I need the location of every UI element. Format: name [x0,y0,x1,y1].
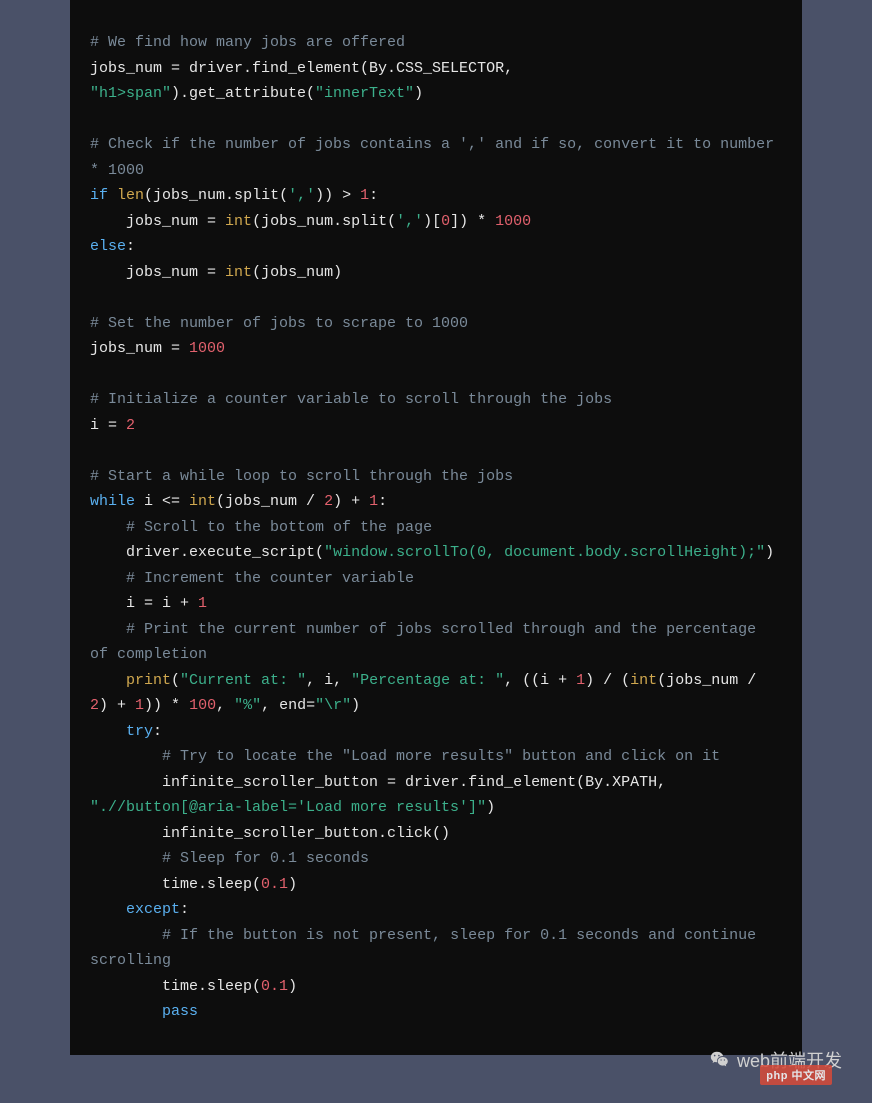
code-block[interactable]: # We find how many jobs are offeredjobs_… [70,0,802,1055]
code-line: infinite_scroller_button = driver.find_e… [90,770,782,821]
code-line: # Initialize a counter variable to scrol… [90,387,782,413]
code-line: # Check if the number of jobs contains a… [90,132,782,183]
code-line: infinite_scroller_button.click() [90,821,782,847]
code-line: else: [90,234,782,260]
code-line: # Set the number of jobs to scrape to 10… [90,311,782,337]
code-line [90,107,782,133]
code-line: if len(jobs_num.split(',')) > 1: [90,183,782,209]
code-line: # If the button is not present, sleep fo… [90,923,782,974]
watermark-text: php 中文网 [766,1070,826,1082]
code-line: # Scroll to the bottom of the page [90,515,782,541]
code-line: except: [90,897,782,923]
code-line: jobs_num = int(jobs_num.split(',')[0]) *… [90,209,782,235]
code-line: # Sleep for 0.1 seconds [90,846,782,872]
code-line: # We find how many jobs are offered [90,30,782,56]
code-line [90,362,782,388]
code-line: time.sleep(0.1) [90,872,782,898]
code-line [90,285,782,311]
code-line: # Print the current number of jobs scrol… [90,617,782,668]
code-line: # Try to locate the "Load more results" … [90,744,782,770]
code-line: driver.execute_script("window.scrollTo(0… [90,540,782,566]
code-line: # Start a while loop to scroll through t… [90,464,782,490]
code-line: jobs_num = driver.find_element(By.CSS_SE… [90,56,782,82]
watermark-badge: php 中文网 [760,1065,832,1085]
code-line: time.sleep(0.1) [90,974,782,1000]
wechat-icon [709,1049,731,1071]
code-line: print("Current at: ", i, "Percentage at:… [90,668,782,719]
code-line: while i <= int(jobs_num / 2) + 1: [90,489,782,515]
code-line: jobs_num = int(jobs_num) [90,260,782,286]
code-line: # Increment the counter variable [90,566,782,592]
code-line: pass [90,999,782,1025]
code-line: jobs_num = 1000 [90,336,782,362]
code-line: "h1>span").get_attribute("innerText") [90,81,782,107]
code-line: try: [90,719,782,745]
code-line [90,438,782,464]
code-line: i = 2 [90,413,782,439]
code-line: i = i + 1 [90,591,782,617]
